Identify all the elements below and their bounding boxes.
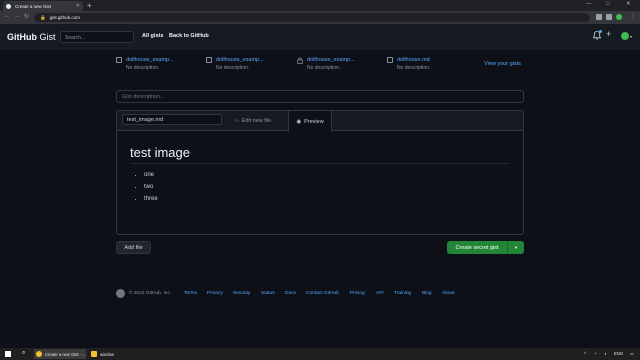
windows-taskbar: ⌕ Create a new Gist - ... window ^ ◔ ◖ E… (0, 348, 640, 360)
tab-preview-label: Preview (304, 118, 324, 125)
footer-link-terms[interactable]: Terms (184, 291, 197, 296)
volume-icon[interactable]: ◖ (604, 351, 607, 356)
address-bar[interactable]: 🔒 gist.github.com (34, 13, 590, 22)
github-mark-icon[interactable] (116, 289, 125, 298)
copyright: © 2022 GitHub, Inc. (129, 291, 172, 296)
view-your-gists-link[interactable]: View your gists (484, 61, 521, 67)
plus-icon[interactable]: + (606, 29, 611, 39)
filename-input[interactable]: test_image.md (122, 114, 222, 125)
gist-description-input[interactable]: Gist description... (116, 90, 524, 103)
taskbar-chrome-label: Create a new Gist - ... (45, 351, 86, 357)
gist-header: GitHub Gist Search... All gists Back to … (0, 24, 640, 50)
taskbar-search-icon[interactable]: ⌕ (22, 350, 25, 357)
extension-icon[interactable] (596, 14, 602, 20)
code-icon: ‹› (235, 118, 239, 124)
close-window-button[interactable]: ✕ (626, 1, 631, 7)
github-favicon-icon (6, 3, 11, 9)
new-tab-button[interactable]: + (87, 1, 92, 10)
footer-link-privacy[interactable]: Privacy (207, 291, 223, 296)
code-file-icon (116, 57, 122, 63)
chrome-icon (36, 351, 42, 357)
gist-name[interactable]: dollhouse_examp... (216, 57, 264, 63)
network-icon[interactable]: ◔ (594, 351, 597, 356)
code-file-icon (387, 57, 393, 63)
notification-dot-icon (599, 30, 602, 33)
taskbar-explorer-label: window (100, 351, 114, 357)
gist-description: No description. (397, 65, 431, 71)
footer-link-docs[interactable]: Docs (285, 291, 296, 296)
heading-divider (130, 163, 510, 164)
reload-icon[interactable]: ↻ (24, 13, 29, 20)
tab-edit-new-file[interactable]: ‹› Edit new file (235, 111, 271, 131)
tab-close-icon[interactable]: ✕ (76, 3, 80, 9)
menu-dots-icon[interactable]: ⋮ (630, 13, 636, 20)
maximize-button[interactable]: □ (606, 1, 609, 7)
list-item: three (144, 196, 158, 208)
create-button-label: Create secret gist (455, 244, 499, 251)
tray-chevron-icon[interactable]: ^ (584, 351, 586, 356)
windows-start-icon[interactable] (5, 351, 11, 357)
minimize-button[interactable]: — (586, 1, 592, 7)
all-gists-link[interactable]: All gists (142, 33, 163, 39)
page-footer: © 2022 GitHub, Inc. Terms Privacy Securi… (116, 289, 524, 299)
lock-icon: 🔒 (40, 14, 46, 20)
browser-toolbar: ← → ↻ 🔒 gist.github.com ⋮ (0, 11, 640, 24)
search-input[interactable]: Search... (60, 31, 134, 43)
gist-description: No description. (216, 65, 250, 71)
tab-edit-label: Edit new file (241, 118, 272, 124)
code-file-icon (206, 57, 212, 63)
footer-link-pricing[interactable]: Pricing (350, 291, 365, 296)
chevron-down-icon[interactable]: ▾ (630, 34, 632, 39)
chevron-down-icon[interactable]: ▾ (508, 245, 524, 251)
puzzle-icon[interactable] (606, 14, 612, 20)
avatar[interactable] (621, 32, 629, 40)
create-secret-gist-button[interactable]: Create secret gist ▾ (447, 241, 524, 254)
gist-description: No description. (307, 65, 341, 71)
browser-tabstrip: Create a new Gist ✕ + — □ ✕ (0, 0, 640, 11)
browser-tab[interactable]: Create a new Gist ✕ (3, 1, 83, 11)
notifications-icon[interactable]: ▭ (630, 351, 634, 356)
profile-icon[interactable] (616, 14, 622, 20)
footer-link-status[interactable]: Status (261, 291, 275, 296)
footer-link-api[interactable]: API (376, 291, 384, 296)
lock-icon (297, 57, 303, 64)
logo-github-text: GitHub (7, 32, 37, 42)
back-arrow-icon[interactable]: ← (4, 13, 10, 19)
add-file-button[interactable]: Add file (116, 241, 151, 254)
tab-title: Create a new Gist (15, 3, 52, 9)
preview-heading: test image (130, 145, 190, 160)
eye-icon: ◉ (296, 118, 302, 125)
gist-name[interactable]: dollhouse_examp... (307, 57, 355, 63)
list-item: one (144, 172, 158, 184)
gist-name[interactable]: dollhouse.md (397, 57, 430, 63)
footer-link-about[interactable]: About (442, 291, 455, 296)
language-indicator[interactable]: ENG (614, 351, 623, 356)
preview-list: one two three (136, 172, 158, 208)
forward-arrow-icon[interactable]: → (14, 13, 20, 19)
preview-content: test image (130, 145, 190, 160)
file-editor: test_image.md ‹› Edit new file ◉ Preview… (116, 110, 524, 235)
footer-link-blog[interactable]: Blog (422, 291, 432, 296)
footer-link-training[interactable]: Training (394, 291, 411, 296)
folder-icon (91, 351, 97, 357)
url-text: gist.github.com (49, 15, 80, 20)
gist-name[interactable]: dollhouse_examp... (126, 57, 174, 63)
taskbar-chrome-app[interactable]: Create a new Gist - ... (34, 349, 86, 359)
gist-description: No description. (126, 65, 160, 71)
logo-gist-text: Gist (39, 32, 56, 42)
footer-link-security[interactable]: Security (233, 291, 250, 296)
tab-preview[interactable]: ◉ Preview (288, 111, 332, 132)
taskbar-explorer-app[interactable]: window (89, 349, 129, 359)
list-item: two (144, 184, 158, 196)
footer-link-contact[interactable]: Contact GitHub (306, 291, 339, 296)
editor-header: test_image.md ‹› Edit new file ◉ Preview (117, 111, 523, 132)
github-gist-logo[interactable]: GitHub Gist (7, 32, 56, 42)
back-to-github-link[interactable]: Back to GitHub (169, 33, 209, 39)
